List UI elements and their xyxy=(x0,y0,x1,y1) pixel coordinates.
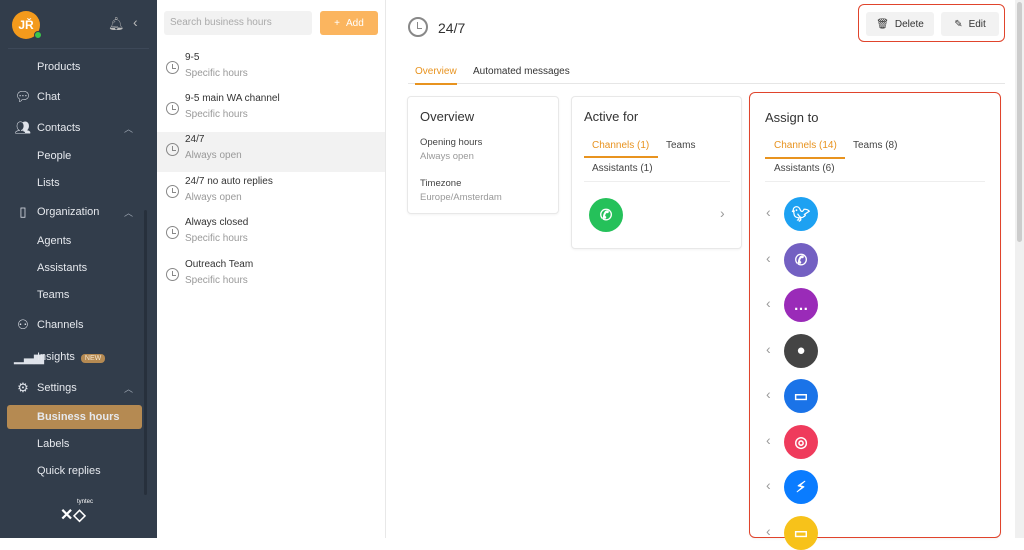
sidebar-item-lists[interactable]: Lists xyxy=(0,171,157,195)
tab-channels[interactable]: Channels (14) xyxy=(774,140,837,151)
avatar[interactable]: JŘ xyxy=(12,11,42,39)
chat-icon[interactable]: … xyxy=(784,288,818,322)
search-input[interactable]: Search business hours xyxy=(164,11,312,35)
list-item[interactable]: Outreach Team Specific hours xyxy=(157,257,385,297)
chevron-left-icon[interactable]: ‹ xyxy=(766,295,771,311)
sidebar-item-organization[interactable]: ▯ Organization ︿ xyxy=(0,200,157,224)
business-hours-list-panel: Search business hours + Add 9-5 Specific h… xyxy=(157,0,386,538)
divider xyxy=(8,48,149,49)
messenger-icon[interactable]: ⚡︎ xyxy=(784,470,818,504)
chevron-left-icon[interactable]: ‹ xyxy=(766,432,771,448)
sidebar-item-business-hours[interactable]: Business hours xyxy=(7,405,142,429)
sidebar: JŘ 🔔︎ ‹ Products 💬︎ Chat 👥︎ Contacts ︿ Peop… xyxy=(0,0,157,538)
tab-overview[interactable]: Overview xyxy=(415,66,457,85)
gear-icon: ⚙︎ xyxy=(17,380,29,395)
list-item[interactable]: 9-5 main WA channel Specific hours xyxy=(157,91,385,131)
whatsapp-icon[interactable]: ✆ xyxy=(589,198,623,232)
active-for-card: Active for Channels (1) Teams Assistants… xyxy=(571,96,742,249)
chevron-left-icon[interactable]: ‹ xyxy=(766,204,771,220)
clock-icon xyxy=(166,185,179,198)
page-title: 24/7 xyxy=(438,20,466,36)
clock-icon xyxy=(166,61,179,74)
clock-icon xyxy=(408,17,428,37)
tab-teams[interactable]: Teams (8) xyxy=(853,140,897,151)
tyntec-logo: ✕◇ tyntec xyxy=(60,499,94,524)
sidebar-item-quick-replies[interactable]: Quick replies xyxy=(0,459,157,483)
tabs: Overview Automated messages xyxy=(408,62,1005,85)
clock-icon xyxy=(166,226,179,239)
page-scrollbar[interactable] xyxy=(1015,0,1024,538)
chevron-left-icon[interactable]: ‹ xyxy=(766,523,771,539)
viber-icon[interactable]: ✆ xyxy=(784,242,818,277)
collapse-chevron-icon[interactable]: ‹ xyxy=(133,14,138,30)
divider xyxy=(765,181,985,182)
sidebar-item-products[interactable]: Products xyxy=(0,55,157,79)
channels-icon: ⚇ xyxy=(17,317,29,332)
list-item[interactable]: 9-5 Specific hours xyxy=(157,50,385,90)
sms-yellow-icon[interactable]: ▭ xyxy=(784,515,818,550)
overview-card: Overview Opening hours Always open Timez… xyxy=(407,96,559,214)
contacts-icon: 👥︎ xyxy=(14,120,32,135)
sidebar-item-labels[interactable]: Labels xyxy=(0,432,157,456)
tab-teams[interactable]: Teams xyxy=(666,140,695,151)
tab-assistants[interactable]: Assistants (1) xyxy=(592,163,653,174)
bell-icon[interactable]: 🔔︎ xyxy=(108,16,125,32)
edit-button[interactable]: ✎ Edit xyxy=(941,12,999,36)
sidebar-scrollbar[interactable] xyxy=(144,210,147,495)
pencil-icon: ✎ xyxy=(954,18,963,30)
assign-to-card: Assign to Channels (14) Teams (8) Assist… xyxy=(749,92,1001,550)
clock-icon xyxy=(166,268,179,281)
divider xyxy=(584,181,730,182)
chat-icon: 💬︎ xyxy=(14,89,32,104)
sidebar-item-chat[interactable]: 💬︎ Chat xyxy=(0,85,157,109)
tab-assistants[interactable]: Assistants (6) xyxy=(774,163,835,174)
clock-icon xyxy=(166,143,179,156)
delete-button[interactable]: 🗑︎ Delete xyxy=(866,12,934,36)
sidebar-item-teams[interactable]: Teams xyxy=(0,283,157,307)
sidebar-item-people[interactable]: People xyxy=(0,144,157,168)
chevron-left-icon[interactable]: ‹ xyxy=(766,386,771,402)
sidebar-item-settings[interactable]: ⚙︎ Settings ︿ xyxy=(0,376,157,400)
building-icon: ▯ xyxy=(19,204,27,219)
sidebar-item-channels[interactable]: ⚇ Channels xyxy=(0,313,157,337)
instagram-icon[interactable]: ◎ xyxy=(784,424,818,459)
scrollbar-thumb[interactable] xyxy=(1017,2,1022,242)
bar-chart-icon: ▁▃▅ xyxy=(14,349,44,364)
chevron-up-icon: ︿ xyxy=(124,123,134,134)
messages-icon[interactable]: ▭ xyxy=(784,379,818,413)
add-button[interactable]: + Add xyxy=(320,11,378,35)
tab-underline xyxy=(584,156,658,158)
detail-panel: 24/7 🗑︎ Delete ✎ Edit Overview Automated m… xyxy=(386,0,1015,550)
plus-icon: + xyxy=(334,17,341,29)
sidebar-item-agents[interactable]: Agents xyxy=(0,229,157,253)
insights-label: Insights xyxy=(37,351,75,363)
tab-channels[interactable]: Channels (1) xyxy=(592,140,649,151)
sidebar-item-contacts[interactable]: 👥︎ Contacts ︿ xyxy=(0,116,157,140)
clock-icon xyxy=(166,102,179,115)
chevron-up-icon: ︿ xyxy=(124,207,134,218)
sms-icon[interactable]: ● xyxy=(784,333,818,368)
list-item[interactable]: Always closed Specific hours xyxy=(157,215,385,255)
twitter-icon[interactable]: 🐦︎ xyxy=(784,197,818,231)
tab-automated-messages[interactable]: Automated messages xyxy=(473,66,570,83)
chevron-left-icon[interactable]: ‹ xyxy=(766,477,771,493)
new-badge: NEW xyxy=(80,354,106,363)
list-item[interactable]: 24/7 no auto replies Always open xyxy=(157,174,385,214)
chevron-up-icon: ︿ xyxy=(124,383,134,394)
online-status-dot xyxy=(34,31,42,39)
trash-icon: 🗑︎ xyxy=(876,18,889,30)
chevron-left-icon[interactable]: ‹ xyxy=(766,250,771,266)
sidebar-item-assistants[interactable]: Assistants xyxy=(0,256,157,280)
chevron-left-icon[interactable]: ‹ xyxy=(766,341,771,357)
sidebar-item-insights[interactable]: ▁▃▅ Insights NEW xyxy=(0,345,157,369)
list-item-selected[interactable]: 24/7 Always open xyxy=(157,132,385,172)
tab-underline xyxy=(765,157,845,159)
chevron-right-icon[interactable]: › xyxy=(720,205,725,221)
